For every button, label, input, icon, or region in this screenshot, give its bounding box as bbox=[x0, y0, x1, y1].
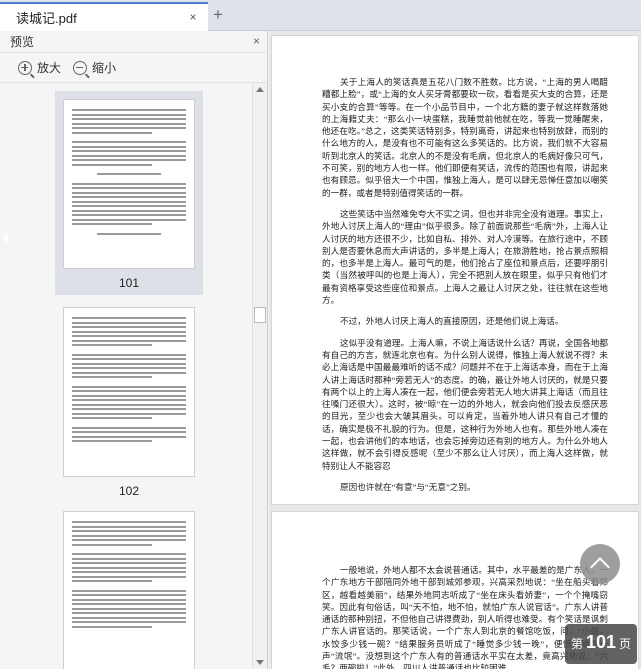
tab-close-icon[interactable]: × bbox=[186, 10, 200, 24]
page-indicator-suffix: 页 bbox=[619, 637, 632, 651]
new-tab-icon[interactable]: + bbox=[213, 6, 223, 24]
scroll-down-icon[interactable] bbox=[256, 660, 264, 665]
thumbnail-page[interactable]: 102 bbox=[55, 299, 203, 503]
paragraph: 原因也许就在“有意”与“无意”之别。 bbox=[340, 481, 476, 492]
page-indicator-prefix: 第 bbox=[570, 637, 583, 651]
zoom-in-label: 放大 bbox=[37, 61, 62, 75]
preview-panel: 预览 × 放大 缩小 101 102 bbox=[0, 31, 268, 669]
paragraph: 不过，外地人讨厌上海人的直接原因，还是他们说上海话。 bbox=[340, 316, 564, 327]
preview-header: 预览 × bbox=[0, 31, 268, 53]
thumbnail-image bbox=[63, 511, 195, 669]
thumbnail-page-number: 101 bbox=[118, 276, 140, 290]
page-indicator: 第 101 页 bbox=[565, 624, 637, 664]
back-to-top-button[interactable] bbox=[580, 544, 620, 584]
tab-title: 读城记.pdf bbox=[16, 11, 77, 26]
thumbnail-image bbox=[63, 307, 195, 477]
thumbnail-image bbox=[63, 99, 195, 269]
scrollbar-thumb[interactable] bbox=[254, 307, 266, 323]
preview-close-icon[interactable]: × bbox=[253, 34, 260, 48]
thumbnail-page[interactable]: 101 bbox=[55, 91, 203, 295]
paragraph: 这似乎没有道理。上海人嘛，不说上海话说什么话？再说，全国各地都有自己的方言，就连… bbox=[322, 337, 608, 471]
zoom-toolbar: 放大 缩小 bbox=[0, 53, 268, 83]
zoom-out-icon bbox=[73, 60, 88, 75]
zoom-in-button[interactable]: 放大 bbox=[18, 59, 61, 76]
chevron-up-icon bbox=[590, 557, 610, 577]
tab-bar: 读城记.pdf × + bbox=[0, 0, 641, 31]
document-page: 关于上海人的笑话真是五花八门数不胜数。比方说，“上海的男人喝醋糟都上脸”，或“上… bbox=[271, 35, 639, 505]
paragraph: 这些笑话中当然难免夸大不实之词，但也并非完全没有道理。事实上，外地人讨厌上海人的… bbox=[322, 208, 608, 306]
panel-pointer-icon bbox=[3, 233, 8, 243]
scroll-up-icon[interactable] bbox=[256, 87, 264, 92]
page-indicator-number: 101 bbox=[585, 632, 617, 652]
thumbnail-list: 101 102 bbox=[0, 83, 252, 669]
thumbnail-page-number: 102 bbox=[118, 484, 140, 498]
zoom-in-icon bbox=[18, 60, 32, 75]
preview-title: 预览 bbox=[10, 35, 35, 49]
paragraph: 关于上海人的笑话真是五花八门数不胜数。比方说，“上海的男人喝醋糟都上脸”，或“上… bbox=[322, 77, 608, 198]
zoom-out-label: 缩小 bbox=[92, 61, 117, 75]
zoom-out-button[interactable]: 缩小 bbox=[73, 59, 116, 76]
thumbnail-scrollbar[interactable] bbox=[252, 83, 267, 669]
thumbnail-page[interactable] bbox=[55, 503, 203, 669]
tab-document[interactable]: 读城记.pdf × bbox=[0, 2, 208, 31]
